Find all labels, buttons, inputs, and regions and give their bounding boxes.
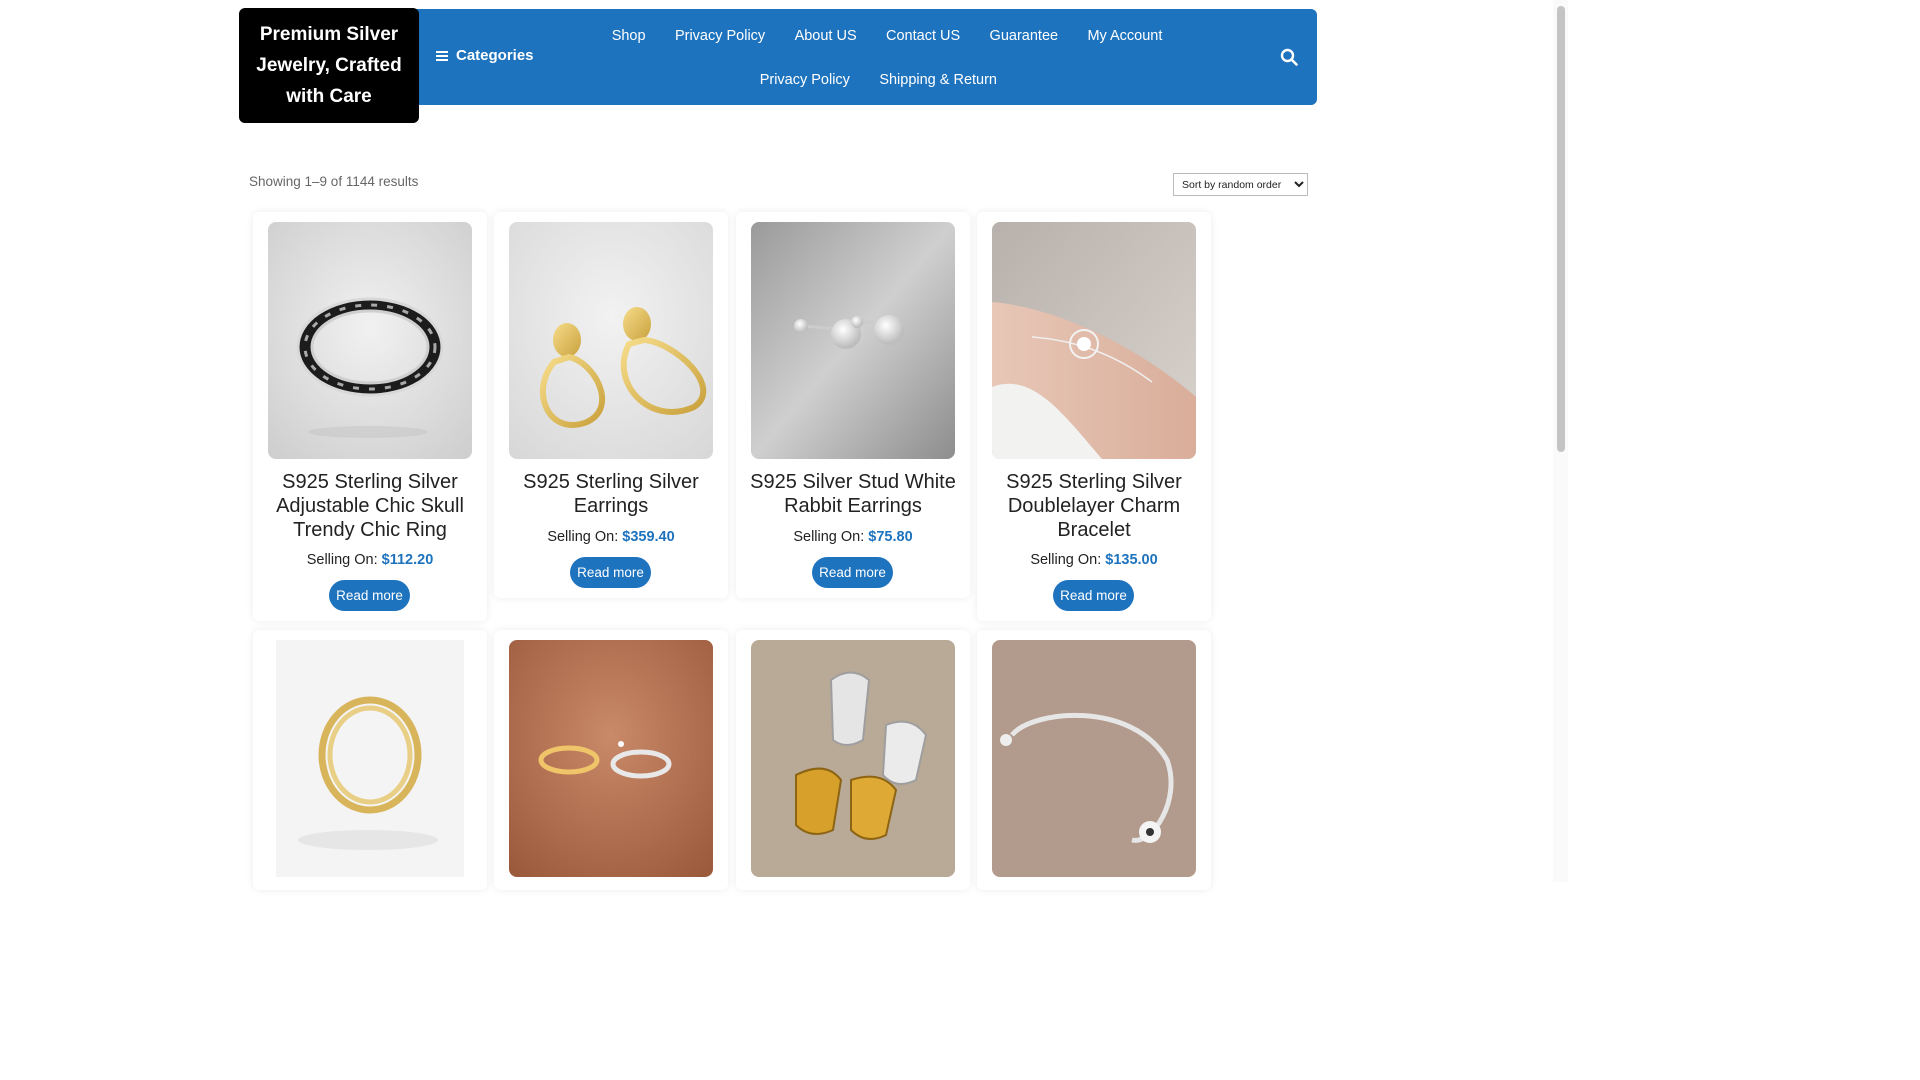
categories-label: Categories	[456, 47, 534, 64]
product-image[interactable]	[509, 640, 713, 877]
site-title: Premium Silver Jewelry, Crafted with Car…	[256, 24, 402, 107]
read-more-button[interactable]: Read more	[329, 580, 410, 611]
product-card: S925 Sterling Silver Earrings Selling On…	[494, 212, 728, 598]
product-image[interactable]	[509, 222, 713, 459]
main-navbar: Categories Shop Privacy Policy About US …	[410, 9, 1317, 105]
nav-privacy-policy[interactable]: Privacy Policy	[660, 28, 780, 44]
read-more-button[interactable]: Read more	[812, 557, 893, 588]
product-card: S925 Sterling Silver Doublelayer Charm B…	[977, 212, 1211, 621]
product-title[interactable]: S925 Silver Stud White Rabbit Earrings	[744, 470, 962, 518]
results-count: Showing 1–9 of 1144 results	[249, 174, 419, 189]
read-more-button[interactable]: Read more	[570, 557, 651, 588]
nav-guarantee[interactable]: Guarantee	[975, 28, 1073, 44]
primary-menu-row-2: Privacy Policy Shipping & Return	[745, 72, 1012, 88]
product-card	[736, 630, 970, 890]
product-price: Selling On: $135.00	[977, 552, 1211, 568]
product-title[interactable]: S925 Sterling Silver Doublelayer Charm B…	[985, 470, 1203, 542]
product-card: S925 Silver Stud White Rabbit Earrings S…	[736, 212, 970, 598]
product-image[interactable]	[992, 640, 1196, 877]
primary-menu-row-1: Shop Privacy Policy About US Contact US …	[597, 28, 1177, 44]
nav-privacy-policy-2[interactable]: Privacy Policy	[745, 72, 865, 88]
product-image[interactable]	[992, 222, 1196, 459]
price-value: $75.80	[868, 529, 913, 545]
price-value: $359.40	[622, 529, 675, 545]
product-title[interactable]: S925 Sterling Silver Earrings	[502, 470, 720, 518]
product-card	[253, 630, 487, 890]
site-logo[interactable]: Premium Silver Jewelry, Crafted with Car…	[239, 8, 419, 123]
read-more-button[interactable]: Read more	[1053, 580, 1134, 611]
product-price: Selling On: $112.20	[253, 552, 487, 568]
sort-select[interactable]: Sort by random order	[1173, 173, 1308, 196]
price-value: $112.20	[381, 552, 434, 568]
nav-shipping-return[interactable]: Shipping & Return	[865, 72, 1012, 88]
product-image[interactable]	[268, 640, 472, 877]
page-scrollbar-thumb[interactable]	[1557, 6, 1565, 452]
product-image[interactable]	[751, 222, 955, 459]
product-price: Selling On: $359.40	[494, 529, 728, 545]
nav-about-us[interactable]: About US	[780, 28, 871, 44]
product-card	[494, 630, 728, 890]
price-label: Selling On:	[1030, 552, 1102, 568]
price-label: Selling On:	[793, 529, 865, 545]
nav-my-account[interactable]: My Account	[1073, 28, 1177, 44]
product-card: S925 Sterling Silver Adjustable Chic Sku…	[253, 212, 487, 621]
product-title[interactable]: S925 Sterling Silver Adjustable Chic Sku…	[261, 470, 479, 542]
product-card	[977, 630, 1211, 890]
search-icon[interactable]	[1280, 48, 1298, 66]
categories-button[interactable]: Categories	[436, 47, 534, 64]
price-label: Selling On:	[547, 529, 619, 545]
product-image[interactable]	[268, 222, 472, 459]
menu-icon	[436, 50, 448, 61]
product-image[interactable]	[751, 640, 955, 877]
price-label: Selling On:	[306, 552, 378, 568]
price-value: $135.00	[1105, 552, 1158, 568]
nav-shop[interactable]: Shop	[597, 28, 660, 44]
nav-contact-us[interactable]: Contact US	[871, 28, 975, 44]
product-price: Selling On: $75.80	[736, 529, 970, 545]
